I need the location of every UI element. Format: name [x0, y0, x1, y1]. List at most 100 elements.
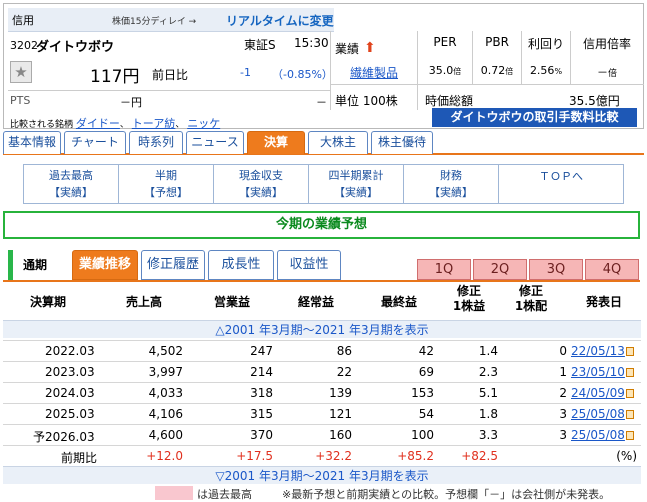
table-row: 2023.03 3,997 214 22 69 2.3 1 23/05/10 — [3, 361, 641, 382]
margin-ratio-value: －倍 — [596, 66, 617, 79]
row-sales: 4,033 — [148, 386, 183, 400]
row-eps: 1.4 — [478, 344, 498, 358]
col-header-dividend: 修正 1株配 — [514, 284, 548, 313]
yoy-row: 前期比 +12.0 +17.5 +32.2 +85.2 +82.5 (%) — [3, 445, 641, 466]
q4-button[interactable]: 4Q — [585, 259, 639, 280]
tab-chart[interactable]: チャート — [64, 131, 126, 154]
stock-price: 117円 — [90, 67, 140, 87]
earnings-subnav: 過去最高 【実績】 半期 【予想】 現金収支 【実績】 四半期累計 【実績】 財務 【実績… — [23, 164, 624, 204]
tab-performance-trend[interactable]: 業績推移 — [72, 250, 138, 280]
row-date: 25/05/08 — [571, 428, 634, 442]
calendar-icon[interactable] — [625, 347, 634, 356]
realtime-link[interactable]: リアルタイムに変更 — [226, 12, 334, 29]
date-link[interactable]: 22/05/13 — [571, 344, 625, 358]
row-eps: 2.3 — [478, 365, 498, 379]
row-eps: 5.1 — [478, 386, 498, 400]
row-dividend: 2 — [559, 386, 567, 400]
row-operating: 315 — [250, 407, 273, 421]
row-period: 2025.03 — [45, 407, 95, 421]
gyoseki-label: 業績 — [335, 42, 360, 56]
fee-compare-button[interactable]: ダイトウボウの取引手数料比較 — [432, 108, 637, 127]
yoy-unit: (%) — [616, 449, 637, 463]
row-period: 2024.03 — [45, 386, 95, 400]
date-link[interactable]: 25/05/08 — [571, 428, 625, 442]
compare-stocks: 比較される銘柄 ダイドー、 トーア紡、 ニッケ — [10, 117, 221, 130]
row-ordinary: 121 — [329, 407, 352, 421]
subnav-record-high[interactable]: 過去最高 【実績】 — [24, 165, 119, 203]
compare-link-nikke[interactable]: ニッケ — [187, 117, 220, 130]
tab-profitability[interactable]: 収益性 — [277, 250, 341, 280]
stock-code: 3202 — [10, 39, 38, 52]
yield-value: 2.56% — [529, 64, 563, 77]
subnav-cashflow[interactable]: 現金収支 【実績】 — [214, 165, 309, 203]
stock-name: ダイトウボウ — [36, 40, 115, 55]
compare-label: 比較される銘柄 — [10, 120, 74, 130]
row-eps: 3.3 — [478, 428, 498, 442]
sector-link[interactable]: 繊維製品 — [350, 64, 398, 81]
col-header-net: 最終益 — [380, 295, 417, 309]
col-header-sales: 売上高 — [125, 295, 162, 309]
q1-button[interactable]: 1Q — [417, 259, 471, 280]
date-link[interactable]: 23/05/10 — [571, 365, 625, 379]
row-date: 24/05/09 — [571, 386, 634, 400]
quarter-buttons: 1Q 2Q 3Q 4Q — [417, 259, 640, 281]
tab-news[interactable]: ニュース — [186, 131, 244, 154]
date-link[interactable]: 24/05/09 — [571, 386, 625, 400]
row-sales: 4,502 — [148, 344, 183, 358]
calendar-icon[interactable] — [625, 389, 634, 398]
yoy-sales: +12.0 — [146, 449, 183, 463]
tab-growth[interactable]: 成長性 — [208, 250, 274, 280]
row-sales: 3,997 — [148, 365, 183, 379]
row-period: 予2026.03 — [33, 430, 95, 444]
show-past-link[interactable]: △2001 年3月期～2021 年3月期を表示 — [3, 320, 641, 338]
pbr-value: 0.72倍 — [480, 64, 514, 77]
price-change: -1 — [240, 66, 251, 79]
favorite-star-icon[interactable]: ★ — [10, 61, 32, 83]
date-link[interactable]: 25/05/08 — [571, 407, 625, 421]
table-row: 予2026.03 4,600 370 160 100 3.3 3 25/05/0… — [3, 424, 641, 445]
footnote: ※最新予想と前期実績との比較。予想欄「－」は会社側が未発表。 — [282, 488, 611, 501]
compare-link-toabo[interactable]: トーア紡 — [132, 117, 176, 130]
row-period: 2023.03 — [45, 365, 95, 379]
tab-basic-info[interactable]: 基本情報 — [3, 131, 61, 154]
row-ordinary: 22 — [336, 365, 352, 379]
tab-revision-history[interactable]: 修正履歴 — [141, 250, 205, 280]
calendar-icon[interactable] — [625, 410, 634, 419]
col-header-eps: 修正 1株益 — [452, 284, 486, 313]
main-tabs: 基本情報 チャート 時系列 ニュース 決算 大株主 株主優待 — [3, 131, 644, 155]
change-label: 前日比 — [152, 68, 189, 82]
tab-earnings[interactable]: 決算 — [247, 131, 305, 154]
calendar-icon[interactable] — [625, 368, 634, 377]
row-dividend: 0 — [559, 344, 567, 358]
pts-row: PTS －円 － — [8, 90, 331, 110]
compare-link-daido[interactable]: ダイドー — [76, 117, 120, 130]
table-row: 2022.03 4,502 247 86 42 1.4 0 22/05/13 — [3, 340, 641, 361]
row-operating: 318 — [250, 386, 273, 400]
subnav-top[interactable]: ＴＯＰへ — [499, 165, 623, 203]
calendar-icon[interactable] — [625, 431, 634, 440]
tab-timeseries[interactable]: 時系列 — [129, 131, 183, 154]
q3-button[interactable]: 3Q — [529, 259, 583, 280]
record-high-legend-text: は過去最高 — [197, 488, 252, 501]
row-date: 25/05/08 — [571, 407, 634, 421]
yoy-label: 前期比 — [61, 451, 98, 465]
col-header-date: 発表日 — [585, 295, 622, 309]
market-cap-label: 時価総額 — [425, 94, 474, 108]
subnav-quarterly[interactable]: 四半期累計 【実績】 — [309, 165, 404, 203]
pts-dash: － — [316, 96, 327, 109]
yield-label: 利回り — [527, 37, 564, 51]
quote-time: 15:30 — [294, 36, 329, 50]
tab-shareholder-benefits[interactable]: 株主優待 — [371, 131, 433, 154]
trading-unit: 単位 100株 — [335, 94, 398, 108]
q2-button[interactable]: 2Q — [473, 259, 527, 280]
tab-major-shareholders[interactable]: 大株主 — [308, 131, 368, 154]
subnav-finance[interactable]: 財務 【実績】 — [404, 165, 499, 203]
show-past-link-bottom[interactable]: ▽2001 年3月期～2021 年3月期を表示 — [3, 466, 641, 484]
subnav-half-year[interactable]: 半期 【予想】 — [119, 165, 214, 203]
record-high-legend-swatch — [155, 486, 193, 500]
row-operating: 247 — [250, 344, 273, 358]
shinyo-label: 信用 — [12, 14, 34, 27]
table-row: 2024.03 4,033 318 139 153 5.1 2 24/05/09 — [3, 382, 641, 403]
row-period: 2022.03 — [45, 344, 95, 358]
row-ordinary: 139 — [329, 386, 352, 400]
